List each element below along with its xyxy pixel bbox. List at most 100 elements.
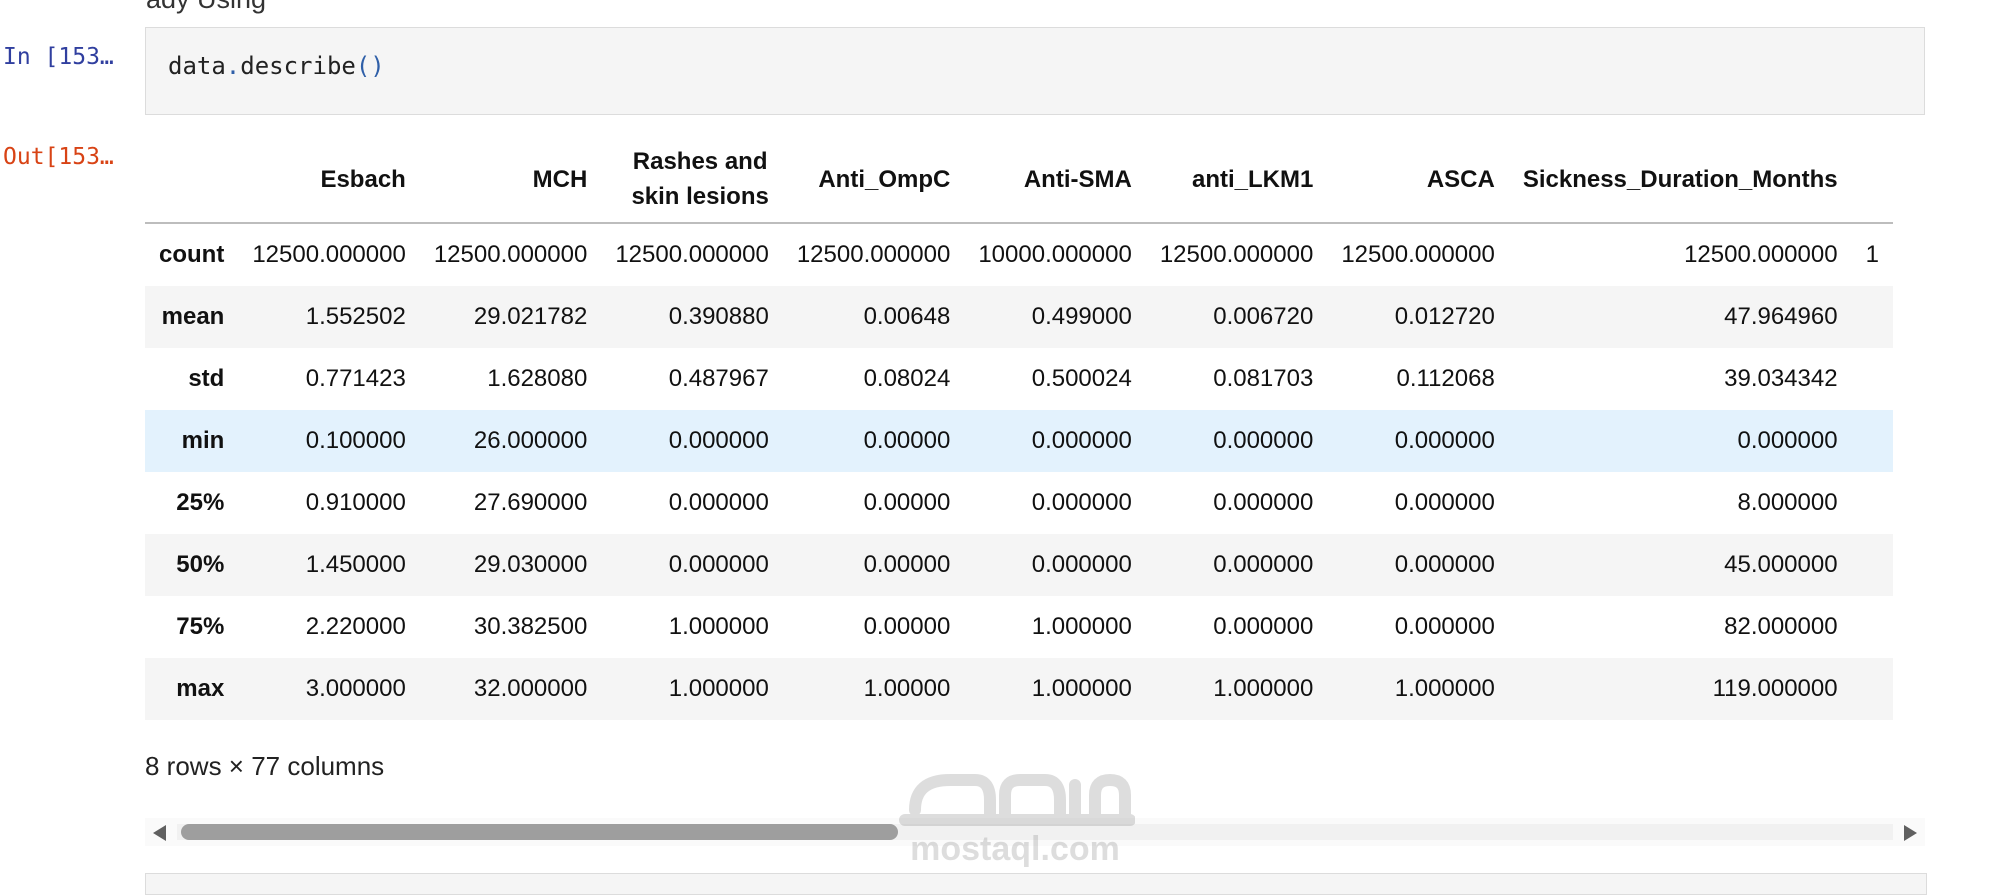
table-cell: 0.000000 xyxy=(1213,489,1314,516)
row-index-label: 75% xyxy=(176,613,225,640)
overflow-cell xyxy=(1852,596,1893,658)
row-index-label: min xyxy=(145,410,239,472)
row-index-label: count xyxy=(159,241,225,268)
table-cell: 1.000000 xyxy=(1327,658,1509,720)
row-index-label: mean xyxy=(145,286,239,348)
column-header: Anti-SMA xyxy=(964,136,1146,224)
column-header-label: anti_LKM1 xyxy=(1191,165,1314,193)
table-cell: 12500.000000 xyxy=(1159,241,1314,268)
row-index-label: 50% xyxy=(145,534,239,596)
table-cell: 0.006720 xyxy=(1145,286,1328,348)
table-cell: 0.500024 xyxy=(1031,365,1132,392)
code-parens: () xyxy=(355,52,385,80)
table-row: 25% 0.910000 27.690000 0.000000 0.00000 0.000… xyxy=(145,472,1893,534)
column-header-label: ASCA xyxy=(1426,165,1495,193)
table-cell: 0.08024 xyxy=(863,365,951,392)
table-row: count 12500.000000 12500.000000 12500.00000… xyxy=(145,223,1893,286)
table-cell: 32.000000 xyxy=(419,658,602,720)
table-shape-caption: 8 rows × 77 columns xyxy=(145,751,385,781)
code-method: describe xyxy=(240,52,356,80)
overflow-cell xyxy=(1851,658,1893,720)
describe-output-table: Esbach MCH Rashes and skin lesions Anti_Omp… xyxy=(145,136,1893,720)
table-cell: 0.00000 xyxy=(782,534,965,596)
mostaql-watermark-logo: mostaql.com xyxy=(899,773,1135,868)
table-row: 75% 2.220000 30.382500 1.000000 0.00000 1.000… xyxy=(145,596,1893,658)
code-cell-input[interactable]: data.describe() xyxy=(145,27,1925,115)
table-cell: 0.000000 xyxy=(668,489,769,516)
column-header: MCH xyxy=(419,136,602,224)
describe-output-table-container: Esbach MCH Rashes and skin lesions Anti_Omp… xyxy=(145,136,1925,720)
table-cell: 0.000000 xyxy=(964,534,1146,596)
overflow-column-header xyxy=(1851,136,1893,224)
table-cell: 0.000000 xyxy=(1508,410,1852,472)
table-cell: 3.000000 xyxy=(238,658,420,720)
table-cell: 12500.000000 xyxy=(1684,241,1838,268)
overflow-cell xyxy=(1851,410,1893,472)
table-cell: 27.690000 xyxy=(473,489,588,516)
table-header-row: Esbach MCH Rashes and skin lesions Anti_Omp… xyxy=(145,136,1893,224)
table-row: std 0.771423 1.628080 0.487967 0.08024 0.5000… xyxy=(145,348,1893,410)
input-prompt: In [153… xyxy=(3,44,114,70)
index-header-corner xyxy=(145,136,239,224)
overflow-cell: 1 xyxy=(1865,241,1879,268)
table-cell: 2.220000 xyxy=(305,613,406,640)
table-cell: 1.000000 xyxy=(601,658,783,720)
table-cell: 82.000000 xyxy=(1724,613,1838,640)
code-line: data.describe() xyxy=(168,52,385,80)
code-dot: . xyxy=(225,52,241,80)
column-header-label: Anti-SMA xyxy=(1023,165,1132,193)
next-cell-input[interactable] xyxy=(145,873,1927,895)
table-cell: 29.021782 xyxy=(419,286,602,348)
table-cell: 0.000000 xyxy=(1394,489,1495,516)
column-header-label: Sickness_Duration_Months xyxy=(1522,165,1838,193)
table-cell: 1.450000 xyxy=(238,534,420,596)
column-header: Rashes and skin lesions xyxy=(601,136,783,224)
triangle-left-icon[interactable] xyxy=(153,825,166,841)
table-cell: 0.390880 xyxy=(601,286,783,348)
column-header-label: Rashes and skin lesions xyxy=(631,148,769,210)
table-row: max 3.000000 32.000000 1.000000 1.00000 1.000… xyxy=(145,658,1893,720)
table-cell: 0.100000 xyxy=(238,410,420,472)
table-cell: 0.000000 xyxy=(1145,534,1328,596)
table-cell: 12500.000000 xyxy=(615,241,769,268)
overflow-cell xyxy=(1852,348,1893,410)
column-header: anti_LKM1 xyxy=(1145,136,1328,224)
previous-cell-text-fragment: ady Using xyxy=(146,0,266,15)
triangle-right-icon[interactable] xyxy=(1904,825,1917,841)
table-cell: 1.628080 xyxy=(487,365,588,392)
table-cell: 1.000000 xyxy=(1145,658,1328,720)
column-header-label: Esbach xyxy=(320,165,406,193)
column-header-label: Anti_OmpC xyxy=(818,165,951,193)
table-cell: 29.030000 xyxy=(419,534,602,596)
table-cell: 39.034342 xyxy=(1724,365,1838,392)
table-cell: 0.000000 xyxy=(964,410,1146,472)
overflow-cell xyxy=(1851,534,1893,596)
table-cell: 0.00000 xyxy=(863,613,951,640)
table-cell: 0.000000 xyxy=(601,410,783,472)
table-cell: 12500.000000 xyxy=(1341,241,1495,268)
table-cell: 0.000000 xyxy=(1213,613,1314,640)
table-cell: 0.112068 xyxy=(1396,365,1495,392)
table-cell: 0.771423 xyxy=(305,365,406,392)
table-cell: 0.910000 xyxy=(305,489,406,516)
output-prompt: Out[153… xyxy=(3,144,114,170)
table-cell: 0.00000 xyxy=(782,410,965,472)
column-header: ASCA xyxy=(1327,136,1509,224)
scrollbar-thumb[interactable] xyxy=(181,824,898,840)
column-header: Sickness_Duration_Months xyxy=(1508,136,1852,224)
table-cell: 0.000000 xyxy=(1031,489,1132,516)
table-cell: 26.000000 xyxy=(419,410,602,472)
table-cell: 0.000000 xyxy=(1145,410,1328,472)
row-index-label: max xyxy=(145,658,239,720)
table-cell: 12500.000000 xyxy=(433,241,588,268)
table-cell: 12500.000000 xyxy=(796,241,951,268)
svg-text:mostaql.com: mostaql.com xyxy=(910,830,1120,868)
table-cell: 8.000000 xyxy=(1737,489,1838,516)
table-cell: 1.000000 xyxy=(1031,613,1132,640)
table-cell: 30.382500 xyxy=(473,613,588,640)
table-cell: 119.000000 xyxy=(1508,658,1852,720)
code-object: data xyxy=(168,52,226,80)
table-cell: 1.000000 xyxy=(964,658,1146,720)
table-row: 50% 1.450000 29.030000 0.000000 0.00000 0.000… xyxy=(145,534,1893,596)
column-header: Anti_OmpC xyxy=(782,136,965,224)
